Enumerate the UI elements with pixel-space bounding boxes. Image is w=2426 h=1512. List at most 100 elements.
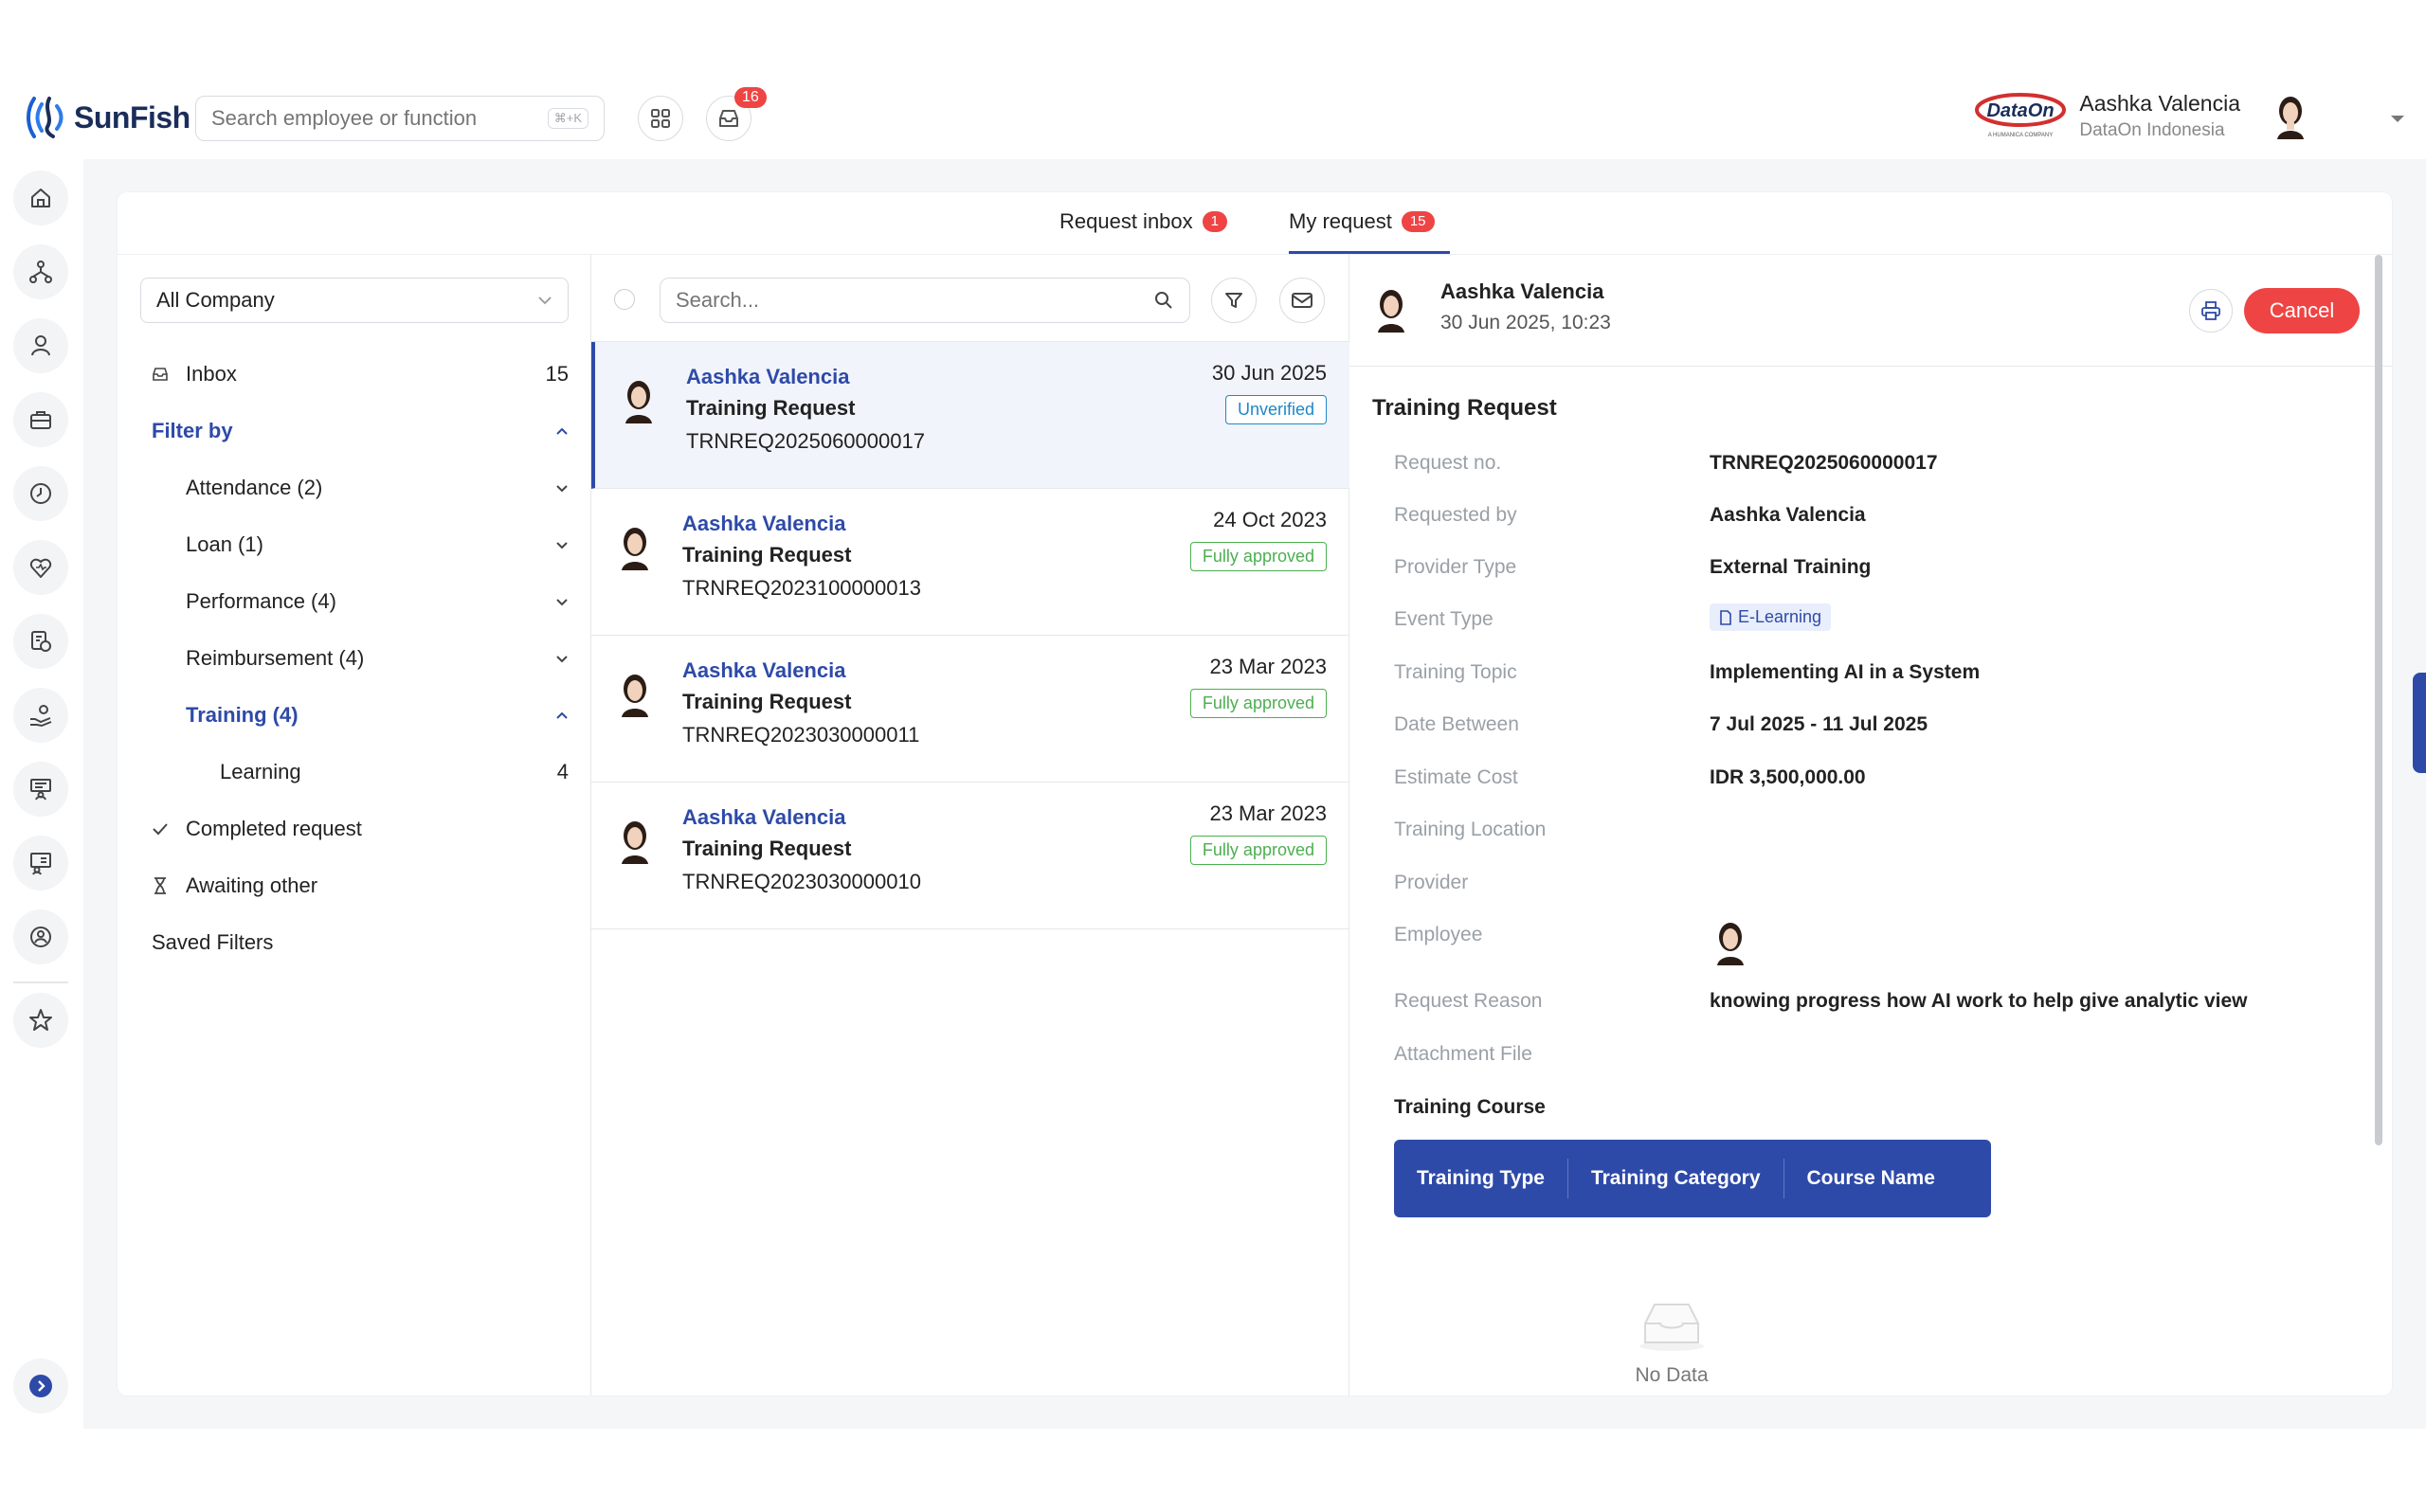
- training-course-table-header: Training Type Training Category Course N…: [1394, 1140, 1991, 1217]
- sidebar-favorites[interactable]: [13, 993, 68, 1048]
- sidebar-attendance[interactable]: [13, 466, 68, 521]
- sidebar-home[interactable]: [13, 171, 68, 225]
- filter-subitem-count: 4: [556, 760, 569, 783]
- inbox-icon: [719, 110, 738, 127]
- field-value: External Training: [1710, 556, 1872, 578]
- filter-completed-request[interactable]: Completed request: [152, 810, 569, 848]
- status-badge: Fully approved: [1189, 836, 1327, 865]
- company-select[interactable]: All Company: [140, 278, 569, 323]
- field-label: Attachment File: [1394, 1043, 1532, 1065]
- request-number: TRNREQ2023030000011: [682, 723, 920, 747]
- detail-datetime: 30 Jun 2025, 10:23: [1440, 312, 1611, 333]
- user-menu[interactable]: DataOn A HUMANICA COMPANY Aashka Valenci…: [1973, 89, 2312, 142]
- detail-scrollbar[interactable]: [2375, 255, 2382, 1145]
- chevron-down-icon: [556, 655, 568, 662]
- clock-icon: [30, 483, 51, 504]
- sidebar: [0, 159, 83, 1429]
- tab-request-inbox[interactable]: Request inbox 1: [1059, 209, 1227, 234]
- filter-awaiting-other[interactable]: Awaiting other: [152, 867, 569, 905]
- event-type-tag: E-Learning: [1710, 603, 1832, 631]
- search-icon[interactable]: [1153, 290, 1174, 311]
- filter-category-training[interactable]: Training (4): [186, 696, 569, 734]
- column-header-course-name[interactable]: Course Name: [1784, 1159, 1958, 1198]
- sidebar-benefit[interactable]: [13, 688, 68, 743]
- user-avatar[interactable]: [2269, 92, 2312, 139]
- request-item[interactable]: Aashka Valencia Training Request TRNREQ2…: [591, 636, 1349, 783]
- mail-button[interactable]: [1279, 278, 1325, 323]
- request-type: Training Request: [682, 690, 852, 713]
- filter-category-label: Reimbursement (4): [186, 646, 365, 670]
- filter-completed-label: Completed request: [186, 817, 362, 840]
- star-icon: [29, 1009, 52, 1031]
- field-label: Employee: [1394, 924, 1483, 945]
- filter-inbox-label: Inbox: [186, 362, 237, 386]
- filter-category-attendance[interactable]: Attendance (2): [186, 469, 569, 507]
- company-select-value: All Company: [156, 288, 275, 312]
- request-type: Training Request: [686, 396, 856, 420]
- sidebar-recruitment[interactable]: [13, 909, 68, 964]
- no-data-placeholder: No Data: [1624, 1295, 1719, 1387]
- status-badge: Fully approved: [1189, 542, 1327, 571]
- chevron-up-icon: [556, 427, 568, 435]
- column-header-training-type[interactable]: Training Type: [1394, 1159, 1568, 1198]
- filter-subitem-label: Learning: [220, 760, 301, 783]
- filter-by-label: Filter by: [152, 419, 233, 442]
- filter-inbox-count: 15: [545, 362, 569, 386]
- filter-category-performance[interactable]: Performance (4): [186, 583, 569, 621]
- training-course-title: Training Course: [1394, 1096, 1546, 1118]
- field-value: IDR 3,500,000.00: [1710, 766, 1866, 788]
- filter-subitem-learning[interactable]: Learning 4: [220, 753, 569, 791]
- avatar: [622, 675, 648, 717]
- empty-box-icon: [1639, 1304, 1704, 1351]
- sidebar-health[interactable]: [13, 540, 68, 595]
- tab-my-request[interactable]: My request 15: [1289, 209, 1435, 234]
- field-value: Aashka Valencia: [1710, 504, 1866, 526]
- filter-category-label: Attendance (2): [186, 476, 323, 499]
- sidebar-personal[interactable]: [13, 318, 68, 373]
- user-menu-chevron-icon[interactable]: [2388, 112, 2407, 125]
- user-org: DataOn Indonesia: [2079, 119, 2225, 140]
- sidebar-training[interactable]: [13, 762, 68, 817]
- detail-requester-name: Aashka Valencia: [1440, 279, 1604, 303]
- training-icon: [30, 779, 51, 801]
- sidebar-organization[interactable]: [13, 244, 68, 299]
- sunfish-logo[interactable]: SunFish: [25, 91, 190, 144]
- sidebar-presentation[interactable]: [13, 836, 68, 891]
- filter-category-reimbursement[interactable]: Reimbursement (4): [186, 639, 569, 677]
- column-header-training-category[interactable]: Training Category: [1568, 1159, 1784, 1198]
- filter-by-toggle[interactable]: Filter by: [152, 412, 569, 450]
- request-item[interactable]: Aashka Valencia Training Request TRNREQ2…: [591, 489, 1349, 636]
- user-name: Aashka Valencia: [2079, 90, 2240, 116]
- filter-category-loan[interactable]: Loan (1): [186, 526, 569, 564]
- sidebar-expand-button[interactable]: [13, 1359, 68, 1413]
- global-search[interactable]: ⌘+K: [195, 96, 605, 141]
- request-requester: Aashka Valencia: [686, 365, 850, 388]
- org-chart-icon: [29, 261, 52, 283]
- tab-count-badge: 1: [1202, 211, 1227, 232]
- request-item[interactable]: Aashka Valencia Training Request TRNREQ2…: [591, 342, 1349, 489]
- side-drawer-handle[interactable]: [2413, 673, 2426, 773]
- sidebar-payroll[interactable]: [13, 614, 68, 669]
- global-search-input[interactable]: [211, 106, 548, 131]
- print-button[interactable]: [2189, 289, 2233, 333]
- user-info: Aashka Valencia DataOn Indonesia: [2079, 91, 2240, 141]
- grid-icon: [651, 109, 670, 128]
- status-badge: Unverified: [1224, 395, 1327, 424]
- saved-filters[interactable]: Saved Filters: [152, 924, 569, 962]
- field-label: Provider: [1394, 872, 1469, 893]
- list-search-input[interactable]: [676, 288, 1153, 313]
- tab-bar: Request inbox 1 My request 15: [118, 192, 2392, 255]
- field-label: Training Topic: [1394, 661, 1517, 683]
- tab-label: My request: [1289, 209, 1392, 233]
- list-search[interactable]: [660, 278, 1190, 323]
- field-label: Request Reason: [1394, 990, 1543, 1012]
- sidebar-work[interactable]: [13, 392, 68, 447]
- filter-category-label: Loan (1): [186, 532, 263, 556]
- request-item[interactable]: Aashka Valencia Training Request TRNREQ2…: [591, 783, 1349, 929]
- apps-grid-button[interactable]: [638, 96, 683, 141]
- employee-avatar[interactable]: [1711, 918, 1749, 965]
- filter-button[interactable]: [1211, 278, 1257, 323]
- select-all-radio[interactable]: [614, 289, 635, 310]
- filter-inbox[interactable]: Inbox 15: [152, 355, 569, 393]
- cancel-button[interactable]: Cancel: [2244, 288, 2360, 333]
